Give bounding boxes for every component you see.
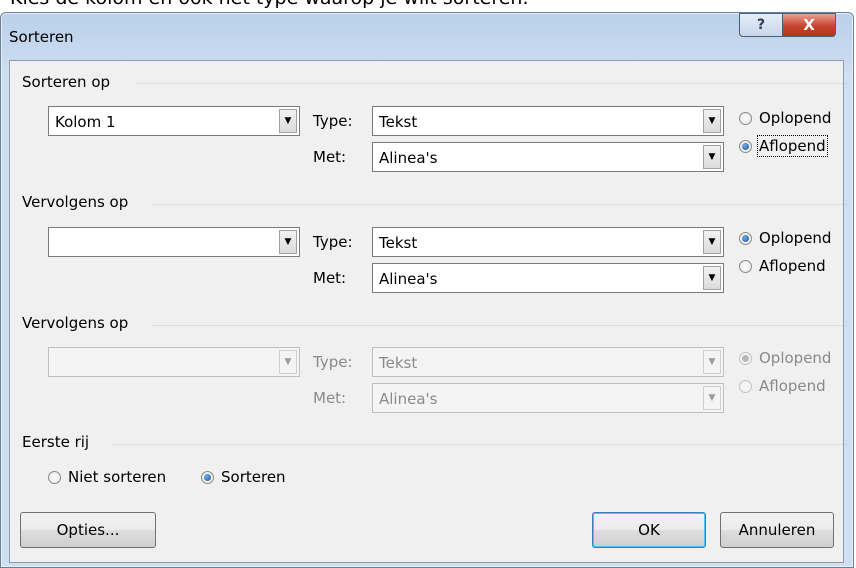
then-by-2-section-label: Vervolgens op — [22, 314, 129, 332]
chevron-down-icon: ▼ — [279, 350, 297, 374]
help-button[interactable]: ? — [739, 13, 783, 37]
then-by-2-ascending-radio[interactable]: Oplopend — [739, 349, 831, 367]
then-by-1-type-dropdown[interactable]: Tekst ▼ — [372, 227, 724, 257]
then-by-2-descending-label: Aflopend — [759, 377, 826, 395]
sort-dialog: Sorteren ? X Sorteren op Kolom 1 ▼ Type:… — [0, 12, 854, 568]
then-by-1-type-value: Tekst — [379, 234, 418, 252]
close-icon: X — [803, 16, 815, 34]
chevron-down-icon: ▼ — [703, 230, 721, 254]
then-by-1-section-label: Vervolgens op — [22, 193, 129, 211]
chevron-down-icon: ▼ — [703, 266, 721, 290]
sort-by-column-dropdown[interactable]: Kolom 1 ▼ — [48, 106, 300, 136]
cancel-button[interactable]: Annuleren — [720, 512, 834, 548]
then-by-1-ascending-label: Oplopend — [759, 229, 832, 247]
then-by-1-using-value: Alinea's — [379, 270, 438, 288]
chevron-down-icon: ▼ — [279, 109, 297, 133]
then-by-1-using-label: Met: — [313, 269, 347, 287]
radio-selected-icon — [739, 139, 752, 153]
header-row-sort-radio[interactable]: Sorteren — [201, 468, 286, 486]
sort-by-separator — [136, 83, 843, 84]
then-by-2-type-value: Tekst — [379, 354, 418, 372]
sort-by-type-value: Tekst — [379, 113, 418, 131]
then-by-2-ascending-label: Oplopend — [759, 349, 832, 367]
sort-by-section-label: Sorteren op — [22, 73, 111, 91]
sort-by-using-value: Alinea's — [379, 149, 438, 167]
sort-by-column-value: Kolom 1 — [55, 113, 116, 131]
then-by-1-column-dropdown[interactable]: ▼ — [48, 227, 300, 257]
sort-by-type-dropdown[interactable]: Tekst ▼ — [372, 106, 724, 136]
chevron-down-icon: ▼ — [703, 109, 721, 133]
then-by-2-separator — [152, 325, 843, 326]
then-by-2-column-dropdown[interactable]: ▼ — [48, 347, 300, 377]
header-row-no-sort-radio[interactable]: Niet sorteren — [48, 468, 166, 486]
header-row-section-label: Eerste rij — [22, 433, 90, 451]
sort-by-type-label: Type: — [313, 112, 353, 130]
options-button[interactable]: Opties... — [20, 512, 156, 548]
radio-selected-icon — [739, 351, 752, 365]
radio-icon — [48, 470, 61, 484]
ok-button-label: OK — [638, 521, 660, 539]
help-icon: ? — [756, 17, 766, 33]
then-by-2-using-value: Alinea's — [379, 390, 438, 408]
radio-icon — [739, 111, 752, 125]
sort-by-descending-label: Aflopend — [757, 135, 828, 157]
then-by-1-using-dropdown[interactable]: Alinea's ▼ — [372, 263, 724, 293]
then-by-2-type-label: Type: — [313, 353, 353, 371]
then-by-1-separator — [152, 204, 843, 205]
sort-by-using-label: Met: — [313, 148, 347, 166]
sort-by-ascending-label: Oplopend — [759, 109, 832, 127]
radio-selected-icon — [201, 470, 214, 484]
then-by-1-ascending-radio[interactable]: Oplopend — [739, 229, 831, 247]
close-button[interactable]: X — [782, 13, 836, 37]
header-row-sort-label: Sorteren — [221, 468, 286, 486]
then-by-2-descending-radio[interactable]: Aflopend — [739, 377, 826, 395]
sort-by-ascending-radio[interactable]: Oplopend — [739, 109, 831, 127]
radio-icon — [739, 259, 752, 273]
radio-selected-icon — [739, 231, 752, 245]
sort-by-using-dropdown[interactable]: Alinea's ▼ — [372, 142, 724, 172]
dialog-body: Sorteren op Kolom 1 ▼ Type: Tekst ▼ Met:… — [9, 60, 844, 563]
chevron-down-icon: ▼ — [703, 145, 721, 169]
then-by-2-using-dropdown[interactable]: Alinea's ▼ — [372, 383, 724, 413]
then-by-2-type-dropdown[interactable]: Tekst ▼ — [372, 347, 724, 377]
header-row-no-sort-label: Niet sorteren — [68, 468, 167, 486]
chevron-down-icon: ▼ — [279, 230, 297, 254]
dialog-title: Sorteren — [9, 28, 74, 46]
radio-icon — [739, 379, 752, 393]
sort-by-descending-radio[interactable]: Aflopend — [739, 135, 828, 157]
options-button-label: Opties... — [56, 521, 120, 539]
then-by-1-type-label: Type: — [313, 233, 353, 251]
cancel-button-label: Annuleren — [738, 521, 816, 539]
then-by-2-using-label: Met: — [313, 389, 347, 407]
chevron-down-icon: ▼ — [703, 386, 721, 410]
ok-button[interactable]: OK — [592, 512, 706, 548]
top-caption: Kies de kolom en ook het type waarop je … — [10, 0, 529, 9]
then-by-1-descending-radio[interactable]: Aflopend — [739, 257, 826, 275]
chevron-down-icon: ▼ — [703, 350, 721, 374]
header-row-separator — [112, 444, 843, 445]
then-by-1-descending-label: Aflopend — [759, 257, 826, 275]
